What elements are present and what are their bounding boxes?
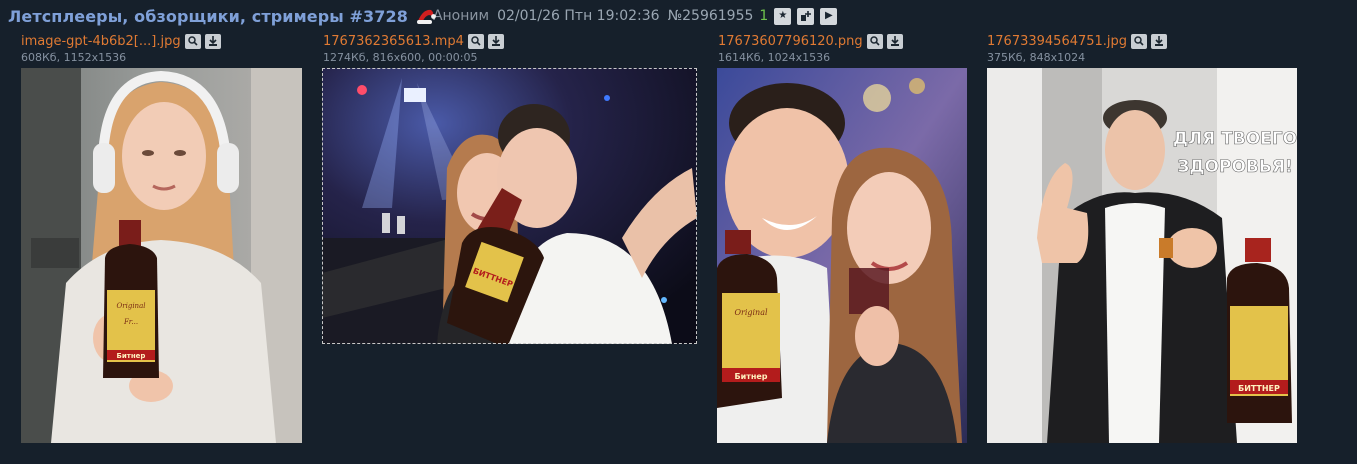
post-header: Летсплееры, обзорщики, стримеры #3728 Ан…	[8, 4, 838, 28]
post-author[interactable]: Аноним	[433, 8, 489, 24]
bottle-label-text: Битнер	[117, 352, 146, 360]
reply-count[interactable]: 1	[759, 8, 768, 24]
bottle-label-text: Битнер	[734, 372, 767, 381]
file-meta: 1274Кб, 816x600, 00:00:05	[323, 51, 478, 64]
thumbnail-video[interactable]: БИТТНЕР	[322, 68, 697, 344]
file-item: 1767362365613.mp4 1274Кб, 816x600, 00:00…	[323, 32, 504, 65]
play-icon[interactable]: ▶	[820, 7, 838, 25]
thread-title[interactable]: Летсплееры, обзорщики, стримеры #3728	[8, 7, 408, 26]
download-icon[interactable]	[1151, 33, 1168, 49]
download-icon[interactable]	[487, 33, 504, 49]
star-icon[interactable]: ★	[774, 7, 792, 25]
thumbnail-caption-text: ЗДОРОВЬЯ!	[1177, 157, 1292, 177]
bottle-label-text: БИТТНЕР	[1238, 384, 1280, 393]
reply-plus-icon[interactable]	[797, 7, 815, 25]
search-icon[interactable]	[1131, 33, 1148, 49]
thumbnail-caption-text: ДЛЯ ТВОЕГО	[1173, 129, 1297, 149]
file-meta: 375Кб, 848x1024	[987, 51, 1086, 64]
file-item: image-gpt-4b6b2[...].jpg 608Кб, 1152x153…	[21, 32, 221, 65]
thumbnail-image-1[interactable]: Original Fr... Битнер	[21, 68, 302, 443]
bottle-label-text: Original	[117, 302, 146, 310]
file-name-link[interactable]: image-gpt-4b6b2[...].jpg	[21, 34, 181, 49]
file-item: 17673394564751.jpg 375Кб, 848x1024	[987, 32, 1168, 65]
bottle-label-text: Fr...	[123, 318, 138, 326]
bottle-label-text: Original	[734, 308, 768, 317]
file-meta: 608Кб, 1152x1536	[21, 51, 127, 64]
thumbnail-image-3[interactable]: Original Битнер	[717, 68, 967, 443]
file-meta: 1614Кб, 1024x1536	[718, 51, 831, 64]
file-name-link[interactable]: 17673607796120.png	[718, 34, 863, 49]
post-number[interactable]: №25961955	[668, 8, 754, 24]
file-name-link[interactable]: 17673394564751.jpg	[987, 34, 1127, 49]
file-item: 17673607796120.png 1614Кб, 1024x1536	[718, 32, 903, 65]
search-icon[interactable]	[866, 33, 883, 49]
download-icon[interactable]	[204, 33, 221, 49]
thumbnail-image-4[interactable]: ДЛЯ ТВОЕГО ЗДОРОВЬЯ! БИТТНЕР	[987, 68, 1297, 443]
file-name-link[interactable]: 1767362365613.mp4	[323, 34, 464, 49]
download-icon[interactable]	[886, 33, 903, 49]
post-date: 02/01/26 Птн 19:02:36	[497, 8, 660, 24]
search-icon[interactable]	[467, 33, 484, 49]
santa-hat-icon	[415, 7, 437, 25]
search-icon[interactable]	[184, 33, 201, 49]
